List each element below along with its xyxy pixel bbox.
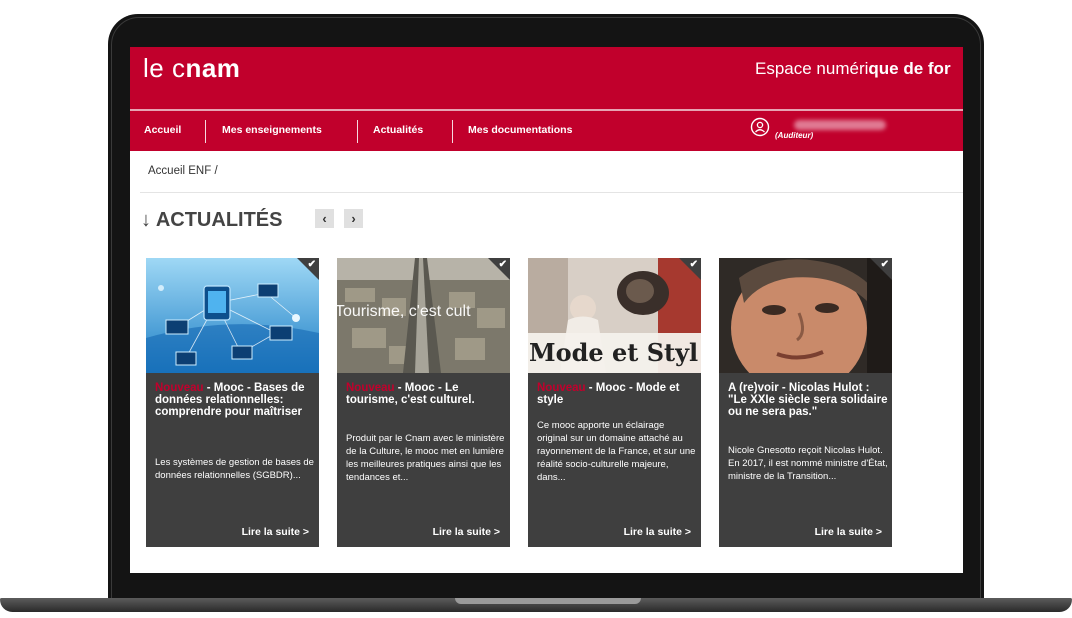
card-description: Les systèmes de gestion de bases de donn… — [155, 457, 314, 481]
breadcrumb[interactable]: Accueil ENF / — [148, 165, 218, 177]
read-more-link[interactable]: Lire la suite > — [624, 526, 691, 538]
news-card[interactable]: ✔ A (re)voir - Nicolas Hulot : "Le XXIe … — [719, 258, 892, 547]
read-more-link[interactable]: Lire la suite > — [242, 526, 309, 538]
card-description: Ce mooc apporte un éclairage original su… — [537, 420, 696, 483]
checkmark-icon: ✔ — [307, 259, 316, 270]
espace-title: Espace numérique de for — [755, 59, 951, 78]
card-title[interactable]: Nouveau - Mooc - Mode et style — [537, 382, 697, 406]
nav-item-mes-documentations[interactable]: Mes documentations — [468, 124, 572, 136]
card-image-network[interactable]: ✔ — [146, 258, 319, 373]
nav-item-accueil[interactable]: Accueil — [144, 124, 181, 136]
next-button[interactable]: › — [344, 209, 363, 228]
nav-item-mes-enseignements[interactable]: Mes enseignements — [222, 124, 322, 136]
site-header: le cnam Espace numérique de for — [130, 47, 963, 109]
down-arrow-icon: ↓ — [141, 209, 151, 231]
card-title[interactable]: Nouveau - Mooc - Le tourisme, c'est cult… — [346, 382, 506, 406]
checkmark-icon: ✔ — [498, 259, 507, 270]
news-card[interactable]: Tourisme, c'est cult ✔ Nouveau - Mooc - … — [337, 258, 510, 547]
laptop-notch — [455, 598, 641, 604]
card-title[interactable]: A (re)voir - Nicolas Hulot : "Le XXIe si… — [728, 382, 888, 418]
previous-button[interactable]: ‹ — [315, 209, 334, 228]
user-name-redacted — [794, 120, 886, 130]
checkmark-icon: ✔ — [689, 259, 698, 270]
card-description: Produit par le Cnam avec le ministère de… — [346, 433, 505, 483]
image-caption: Mode et Styl — [529, 338, 699, 367]
card-image-fashion[interactable]: Mode et Styl ✔ — [528, 258, 701, 373]
read-more-link[interactable]: Lire la suite > — [433, 526, 500, 538]
nav-item-actualites[interactable]: Actualités — [373, 124, 423, 136]
checkmark-icon: ✔ — [880, 259, 889, 270]
news-card[interactable]: Mode et Styl ✔ Nouveau - Mooc - Mode et … — [528, 258, 701, 547]
cnam-logo[interactable]: le cnam — [143, 53, 240, 84]
section-title: ↓ ACTUALITÉS — [141, 209, 283, 231]
card-description: Nicole Gnesotto reçoit Nicolas Hulot. En… — [728, 445, 888, 482]
card-title[interactable]: Nouveau - Mooc - Bases de données relati… — [155, 382, 315, 418]
breadcrumb-divider — [140, 192, 963, 193]
image-caption: Tourisme, c'est cult — [337, 303, 471, 320]
read-more-link[interactable]: Lire la suite > — [815, 526, 882, 538]
card-image-tourism[interactable]: Tourisme, c'est cult ✔ — [337, 258, 510, 373]
nav-divider — [452, 120, 453, 143]
nav-divider — [205, 120, 206, 143]
browser-screen: le cnam Espace numérique de for Accueil … — [130, 47, 963, 573]
user-account-icon[interactable] — [750, 117, 770, 137]
news-card[interactable]: ✔ Nouveau - Mooc - Bases de données rela… — [146, 258, 319, 547]
main-nav: Accueil Mes enseignements Actualités Mes… — [130, 111, 963, 151]
user-role: (Auditeur) — [775, 131, 814, 140]
nav-divider — [357, 120, 358, 143]
card-image-portrait[interactable]: ✔ — [719, 258, 892, 373]
